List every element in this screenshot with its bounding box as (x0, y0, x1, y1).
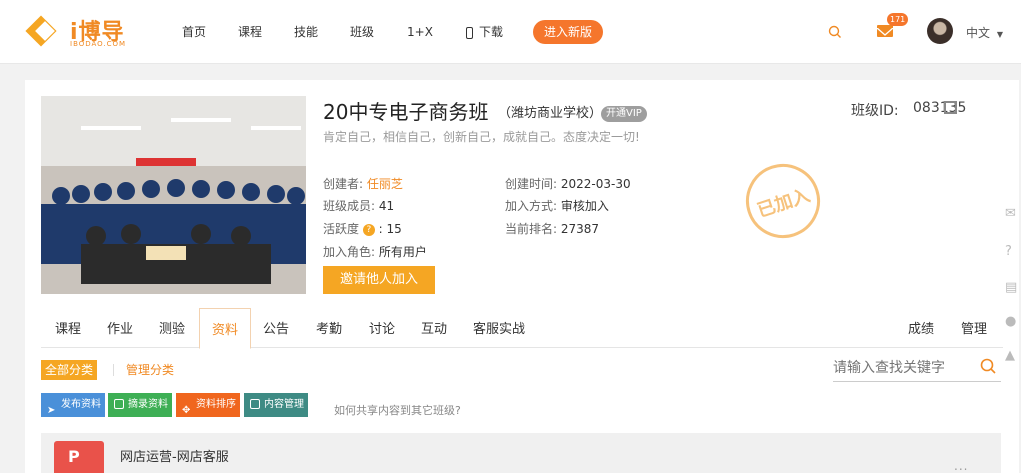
role-value: 所有用户 (378, 245, 427, 259)
language-selector[interactable]: 中文 ▼ (966, 24, 1003, 41)
mail-icon[interactable] (876, 25, 894, 37)
nav-download-label: 下载 (479, 25, 504, 39)
class-id-value: 083135 (913, 100, 967, 116)
tab-courses[interactable]: 课程 (55, 312, 81, 348)
excerpt-material-button[interactable]: 摘录资料 (108, 393, 172, 417)
tab-announcements[interactable]: 公告 (263, 312, 289, 348)
qr-code-icon[interactable] (944, 101, 957, 114)
tab-attendance[interactable]: 考勤 (316, 312, 342, 348)
vip-badge[interactable]: 开通VIP (601, 106, 647, 122)
logo-subtext: IBODAO.COM (70, 40, 127, 48)
rank-label: 当前排名: (505, 222, 558, 236)
content-manage-label: 内容管理 (264, 399, 304, 410)
class-tabs: 课程 作业 测验 资料 公告 考勤 讨论 互动 客服实战 成绩 管理 (41, 308, 1003, 349)
publish-material-label: 发布资料 (61, 399, 101, 410)
search-icon[interactable] (980, 358, 996, 374)
tab-materials[interactable]: 资料 (199, 308, 252, 349)
publish-material-button[interactable]: ➤ 发布资料 (41, 393, 105, 417)
nav-classes[interactable]: 班级 (350, 0, 374, 64)
search-icon[interactable] (828, 25, 842, 39)
created-date: 2022-03-30 (560, 177, 631, 191)
edit-icon (114, 399, 124, 409)
class-motto: 肯定自己，相信自己，创新自己，成就自己。态度决定一切! (323, 130, 640, 144)
joined-stamp-text: 已加入 (754, 185, 813, 222)
user-avatar[interactable] (927, 18, 953, 44)
members-info: 班级成员: 41 (323, 197, 394, 214)
language-label: 中文 (966, 26, 991, 40)
class-card: 20中专电子商务班 （潍坊商业学校） 开通VIP 肯定自己，相信自己，创新自己，… (25, 80, 1019, 473)
role-info: 加入角色: 所有用户 (323, 243, 427, 260)
nav-download[interactable]: 下载 (466, 0, 503, 64)
sort-material-label: 资料排序 (196, 399, 236, 410)
chevron-down-icon: ▼ (996, 30, 1003, 39)
creator-name[interactable]: 任丽芝 (367, 177, 403, 191)
move-icon: ✥ (182, 405, 191, 416)
join-info: 加入方式: 审核加入 (505, 197, 609, 214)
invite-button[interactable]: 邀请他人加入 (323, 266, 435, 294)
nav-1x[interactable]: 1+X (407, 0, 433, 64)
material-item[interactable]: P 网店运营-网店客服 ... (41, 433, 1001, 473)
created-label: 创建时间: (505, 177, 558, 191)
ppt-file-icon: P (54, 441, 104, 473)
keyword-search (833, 356, 1001, 382)
help-icon[interactable]: ? (1005, 244, 1021, 260)
class-id-label: 班级ID: (851, 103, 899, 119)
tab-homework[interactable]: 作业 (107, 312, 133, 348)
back-to-top-icon[interactable]: ▲ (1005, 348, 1021, 364)
role-label: 加入角色: (323, 245, 376, 259)
school-name: （潍坊商业学校） (498, 106, 603, 121)
message-icon[interactable]: ✉ (1005, 206, 1021, 222)
tab-interaction[interactable]: 互动 (421, 312, 447, 348)
tab-grades[interactable]: 成绩 (908, 312, 934, 348)
share-help-link[interactable]: 如何共享内容到其它班级? (334, 402, 461, 418)
members-label: 班级成员: (323, 199, 376, 213)
manage-category-link[interactable]: 管理分类 (126, 360, 174, 380)
activity-label: 活跃度 (323, 222, 360, 236)
tab-manage[interactable]: 管理 (961, 312, 987, 348)
excerpt-material-label: 摘录资料 (128, 399, 168, 410)
send-icon: ➤ (47, 405, 56, 416)
keyword-search-input[interactable] (833, 356, 973, 380)
divider (113, 364, 114, 376)
sort-material-button[interactable]: ✥ 资料排序 (176, 393, 240, 417)
nav-courses[interactable]: 课程 (238, 0, 262, 64)
joined-stamp: 已加入 (736, 154, 830, 248)
join-label: 加入方式: (505, 199, 558, 213)
activity-info: 活跃度 ? : 15 (323, 220, 402, 237)
mail-count-badge: 171 (887, 13, 909, 26)
rank-info: 当前排名: 27387 (505, 220, 599, 237)
calendar-icon[interactable]: ▤ (1005, 280, 1021, 296)
creator-info: 创建者: 任丽芝 (323, 175, 403, 192)
phone-icon (466, 26, 473, 39)
activity-separator: : (378, 222, 383, 236)
join-method: 审核加入 (560, 199, 609, 213)
class-title: 20中专电子商务班 (323, 100, 489, 124)
tab-discussion[interactable]: 讨论 (369, 312, 395, 348)
rank-value: 27387 (560, 222, 600, 236)
nav-home[interactable]: 首页 (182, 0, 206, 64)
creator-label: 创建者: (323, 177, 364, 191)
top-navigation-bar: i博导 IBODAO.COM 首页 课程 技能 班级 1+X 下载 进入新版 1… (0, 0, 1021, 64)
floating-toolbar: ✉ ? ▤ ● ▲ (1005, 202, 1021, 364)
logo-diamond-icon (25, 15, 57, 47)
more-options-icon[interactable]: ... (954, 459, 968, 473)
tab-customer-service[interactable]: 客服实战 (473, 312, 525, 348)
nav-skills[interactable]: 技能 (294, 0, 318, 64)
activity-value: 15 (386, 222, 402, 236)
class-photo (41, 96, 306, 294)
material-title[interactable]: 网店运营-网店客服 (120, 446, 229, 465)
logo[interactable]: i博导 IBODAO.COM (24, 14, 136, 50)
created-info: 创建时间: 2022-03-30 (505, 175, 631, 192)
document-icon (250, 399, 260, 409)
chat-icon[interactable]: ● (1005, 314, 1021, 330)
content-manage-button[interactable]: 内容管理 (244, 393, 308, 417)
members-count: 41 (378, 199, 395, 213)
all-category-tab[interactable]: 全部分类 (41, 360, 98, 380)
help-icon[interactable]: ? (362, 223, 375, 236)
class-group-photo (41, 96, 306, 294)
enter-new-version-button[interactable]: 进入新版 (533, 20, 603, 44)
tab-quiz[interactable]: 测验 (159, 312, 185, 348)
